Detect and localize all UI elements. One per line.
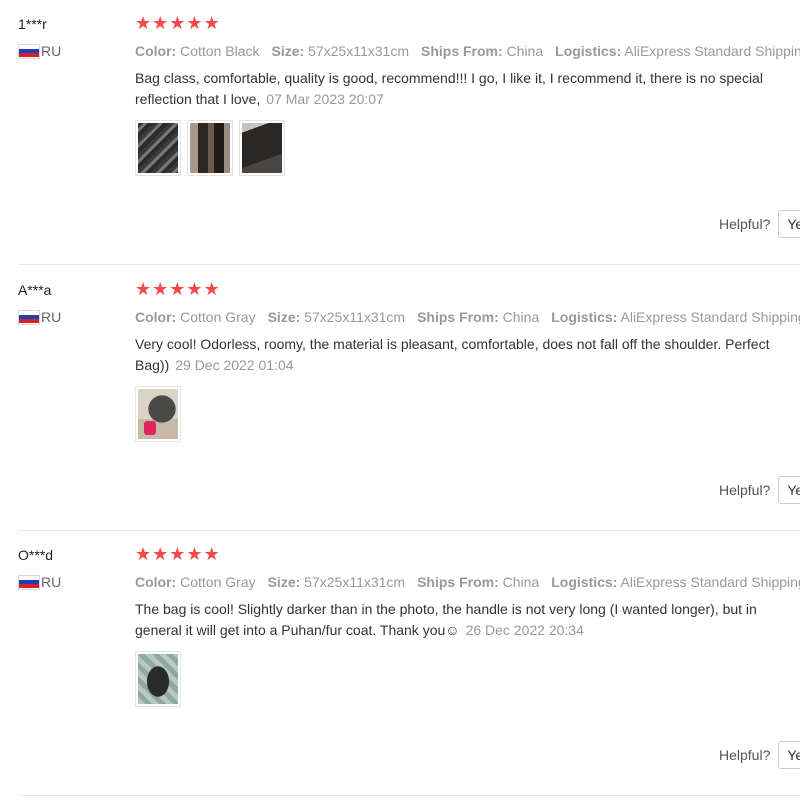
size-label: Size: xyxy=(267,574,301,590)
ships-from-label: Ships From: xyxy=(417,309,499,325)
review-text: Bag class, comfortable, quality is good,… xyxy=(135,68,795,110)
size-label: Size: xyxy=(267,309,301,325)
review-item: 1***r RU ★ ★ ★ ★ ★ Color: Cotton Black S… xyxy=(0,0,800,265)
country-code: RU xyxy=(41,43,62,59)
review-photo-thumbnail[interactable] xyxy=(239,120,285,176)
helpful-label: Helpful? xyxy=(719,482,771,498)
review-text: Very cool! Odorless, roomy, the material… xyxy=(135,334,795,376)
review-photo-thumbnail[interactable] xyxy=(135,386,181,442)
star-icon: ★ xyxy=(152,13,169,34)
review-photo-thumbnail[interactable] xyxy=(135,120,181,176)
ships-from-label: Ships From: xyxy=(420,43,503,59)
size-value: 57x25x11x31cm xyxy=(304,574,406,590)
helpful-yes-button[interactable]: Yes xyxy=(778,741,800,769)
color-label: Color: xyxy=(135,43,177,59)
reviewer-name: A***a xyxy=(18,282,52,298)
russia-flag-icon xyxy=(18,574,40,590)
helpful-label: Helpful? xyxy=(719,216,771,232)
star-icon: ★ xyxy=(186,13,203,34)
helpful-yes-button[interactable]: Yes xyxy=(778,210,800,238)
logistics-label: Logistics: xyxy=(555,43,622,59)
review-date: 07 Mar 2023 20:07 xyxy=(266,91,384,107)
star-icon: ★ xyxy=(152,544,169,565)
russia-flag-icon xyxy=(18,43,40,59)
star-icon: ★ xyxy=(135,279,152,300)
review-date: 29 Dec 2022 01:04 xyxy=(175,357,294,373)
star-rating: ★ ★ ★ ★ ★ xyxy=(135,280,220,300)
ships-from-value: China xyxy=(502,309,540,325)
color-label: Color: xyxy=(135,574,177,590)
color-label: Color: xyxy=(135,309,177,325)
reviewer-country: RU xyxy=(18,43,61,59)
logistics-label: Logistics: xyxy=(551,309,618,325)
reviewer-country: RU xyxy=(18,309,61,325)
logistics-value: AliExpress Standard Shipping xyxy=(624,43,800,59)
order-details: Color: Cotton Gray Size: 57x25x11x31cm S… xyxy=(135,574,800,590)
reviewer-country: RU xyxy=(18,574,61,590)
color-value: Cotton Black xyxy=(180,43,260,59)
star-icon: ★ xyxy=(169,13,186,34)
order-details: Color: Cotton Black Size: 57x25x11x31cm … xyxy=(135,43,800,59)
star-rating: ★ ★ ★ ★ ★ xyxy=(135,545,220,565)
ships-from-value: China xyxy=(502,574,540,590)
helpful-vote: Helpful? Yes xyxy=(719,476,800,504)
helpful-vote: Helpful? Yes xyxy=(719,210,800,238)
helpful-label: Helpful? xyxy=(719,747,771,763)
star-icon: ★ xyxy=(203,279,220,300)
star-icon: ★ xyxy=(203,544,220,565)
star-icon: ★ xyxy=(186,544,203,565)
size-value: 57x25x11x31cm xyxy=(304,309,406,325)
helpful-vote: Helpful? Yes xyxy=(719,741,800,769)
size-label: Size: xyxy=(271,43,305,59)
star-icon: ★ xyxy=(169,279,186,300)
ships-from-label: Ships From: xyxy=(417,574,499,590)
country-code: RU xyxy=(41,574,62,590)
review-photo-thumbnail[interactable] xyxy=(187,120,233,176)
star-icon: ★ xyxy=(135,13,152,34)
order-details: Color: Cotton Gray Size: 57x25x11x31cm S… xyxy=(135,309,800,325)
star-icon: ★ xyxy=(152,279,169,300)
color-value: Cotton Gray xyxy=(180,574,256,590)
helpful-yes-button[interactable]: Yes xyxy=(778,476,800,504)
review-photos xyxy=(135,651,181,707)
star-rating: ★ ★ ★ ★ ★ xyxy=(135,14,220,34)
review-item: A***a RU ★ ★ ★ ★ ★ Color: Cotton Gray Si… xyxy=(0,266,800,531)
reviewer-name: O***d xyxy=(18,547,54,563)
review-photos xyxy=(135,386,181,442)
star-icon: ★ xyxy=(186,279,203,300)
review-date: 26 Dec 2022 20:34 xyxy=(465,622,584,638)
russia-flag-icon xyxy=(18,309,40,325)
star-icon: ★ xyxy=(203,13,220,34)
review-item: O***d RU ★ ★ ★ ★ ★ Color: Cotton Gray Si… xyxy=(0,531,800,796)
review-photo-thumbnail[interactable] xyxy=(135,651,181,707)
color-value: Cotton Gray xyxy=(180,309,256,325)
ships-from-value: China xyxy=(506,43,544,59)
review-body: Bag class, comfortable, quality is good,… xyxy=(135,70,763,107)
star-icon: ★ xyxy=(135,544,152,565)
logistics-value: AliExpress Standard Shipping xyxy=(620,309,800,325)
star-icon: ★ xyxy=(169,544,186,565)
reviewer-name: 1***r xyxy=(18,16,47,32)
review-text: The bag is cool! Slightly darker than in… xyxy=(135,599,795,641)
logistics-label: Logistics: xyxy=(551,574,618,590)
review-photos xyxy=(135,120,285,176)
size-value: 57x25x11x31cm xyxy=(308,43,409,59)
country-code: RU xyxy=(41,309,62,325)
logistics-value: AliExpress Standard Shipping xyxy=(620,574,800,590)
review-body: The bag is cool! Slightly darker than in… xyxy=(135,601,757,638)
